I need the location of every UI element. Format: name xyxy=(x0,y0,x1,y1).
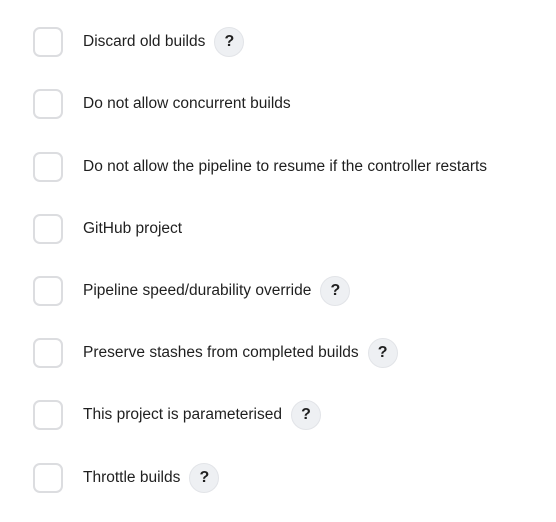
option-preserve-stashes: Preserve stashes from completed builds ? xyxy=(33,336,398,370)
help-icon[interactable]: ? xyxy=(214,27,245,57)
help-icon[interactable]: ? xyxy=(320,276,351,306)
help-icon[interactable]: ? xyxy=(189,463,220,493)
help-icon[interactable]: ? xyxy=(367,338,398,368)
option-pipeline-durability-override: Pipeline speed/durability override ? xyxy=(33,274,351,308)
option-throttle-builds: Throttle builds ? xyxy=(33,461,220,495)
github-project-checkbox[interactable] xyxy=(33,214,63,244)
parameterised-label[interactable]: This project is parameterised xyxy=(83,405,282,425)
throttle-builds-checkbox[interactable] xyxy=(33,463,63,493)
durability-override-label[interactable]: Pipeline speed/durability override xyxy=(83,281,311,301)
option-do-not-allow-concurrent-builds: Do not allow concurrent builds xyxy=(33,87,291,121)
disable-resume-checkbox[interactable] xyxy=(33,152,63,182)
concurrent-builds-checkbox[interactable] xyxy=(33,89,63,119)
option-do-not-allow-resume: Do not allow the pipeline to resume if t… xyxy=(33,150,487,184)
discard-old-builds-checkbox[interactable] xyxy=(33,27,63,57)
preserve-stashes-checkbox[interactable] xyxy=(33,338,63,368)
discard-old-builds-label[interactable]: Discard old builds xyxy=(83,32,205,52)
help-icon[interactable]: ? xyxy=(291,400,321,430)
preserve-stashes-label[interactable]: Preserve stashes from completed builds xyxy=(83,343,359,363)
concurrent-builds-label[interactable]: Do not allow concurrent builds xyxy=(83,94,291,114)
throttle-builds-label[interactable]: Throttle builds xyxy=(83,468,180,488)
option-discard-old-builds: Discard old builds ? xyxy=(33,25,245,59)
disable-resume-label[interactable]: Do not allow the pipeline to resume if t… xyxy=(83,157,487,177)
durability-override-checkbox[interactable] xyxy=(33,276,63,306)
option-github-project: GitHub project xyxy=(33,212,182,246)
github-project-label[interactable]: GitHub project xyxy=(83,219,182,239)
parameterised-checkbox[interactable] xyxy=(33,400,63,430)
option-parameterised: This project is parameterised ? xyxy=(33,398,321,432)
